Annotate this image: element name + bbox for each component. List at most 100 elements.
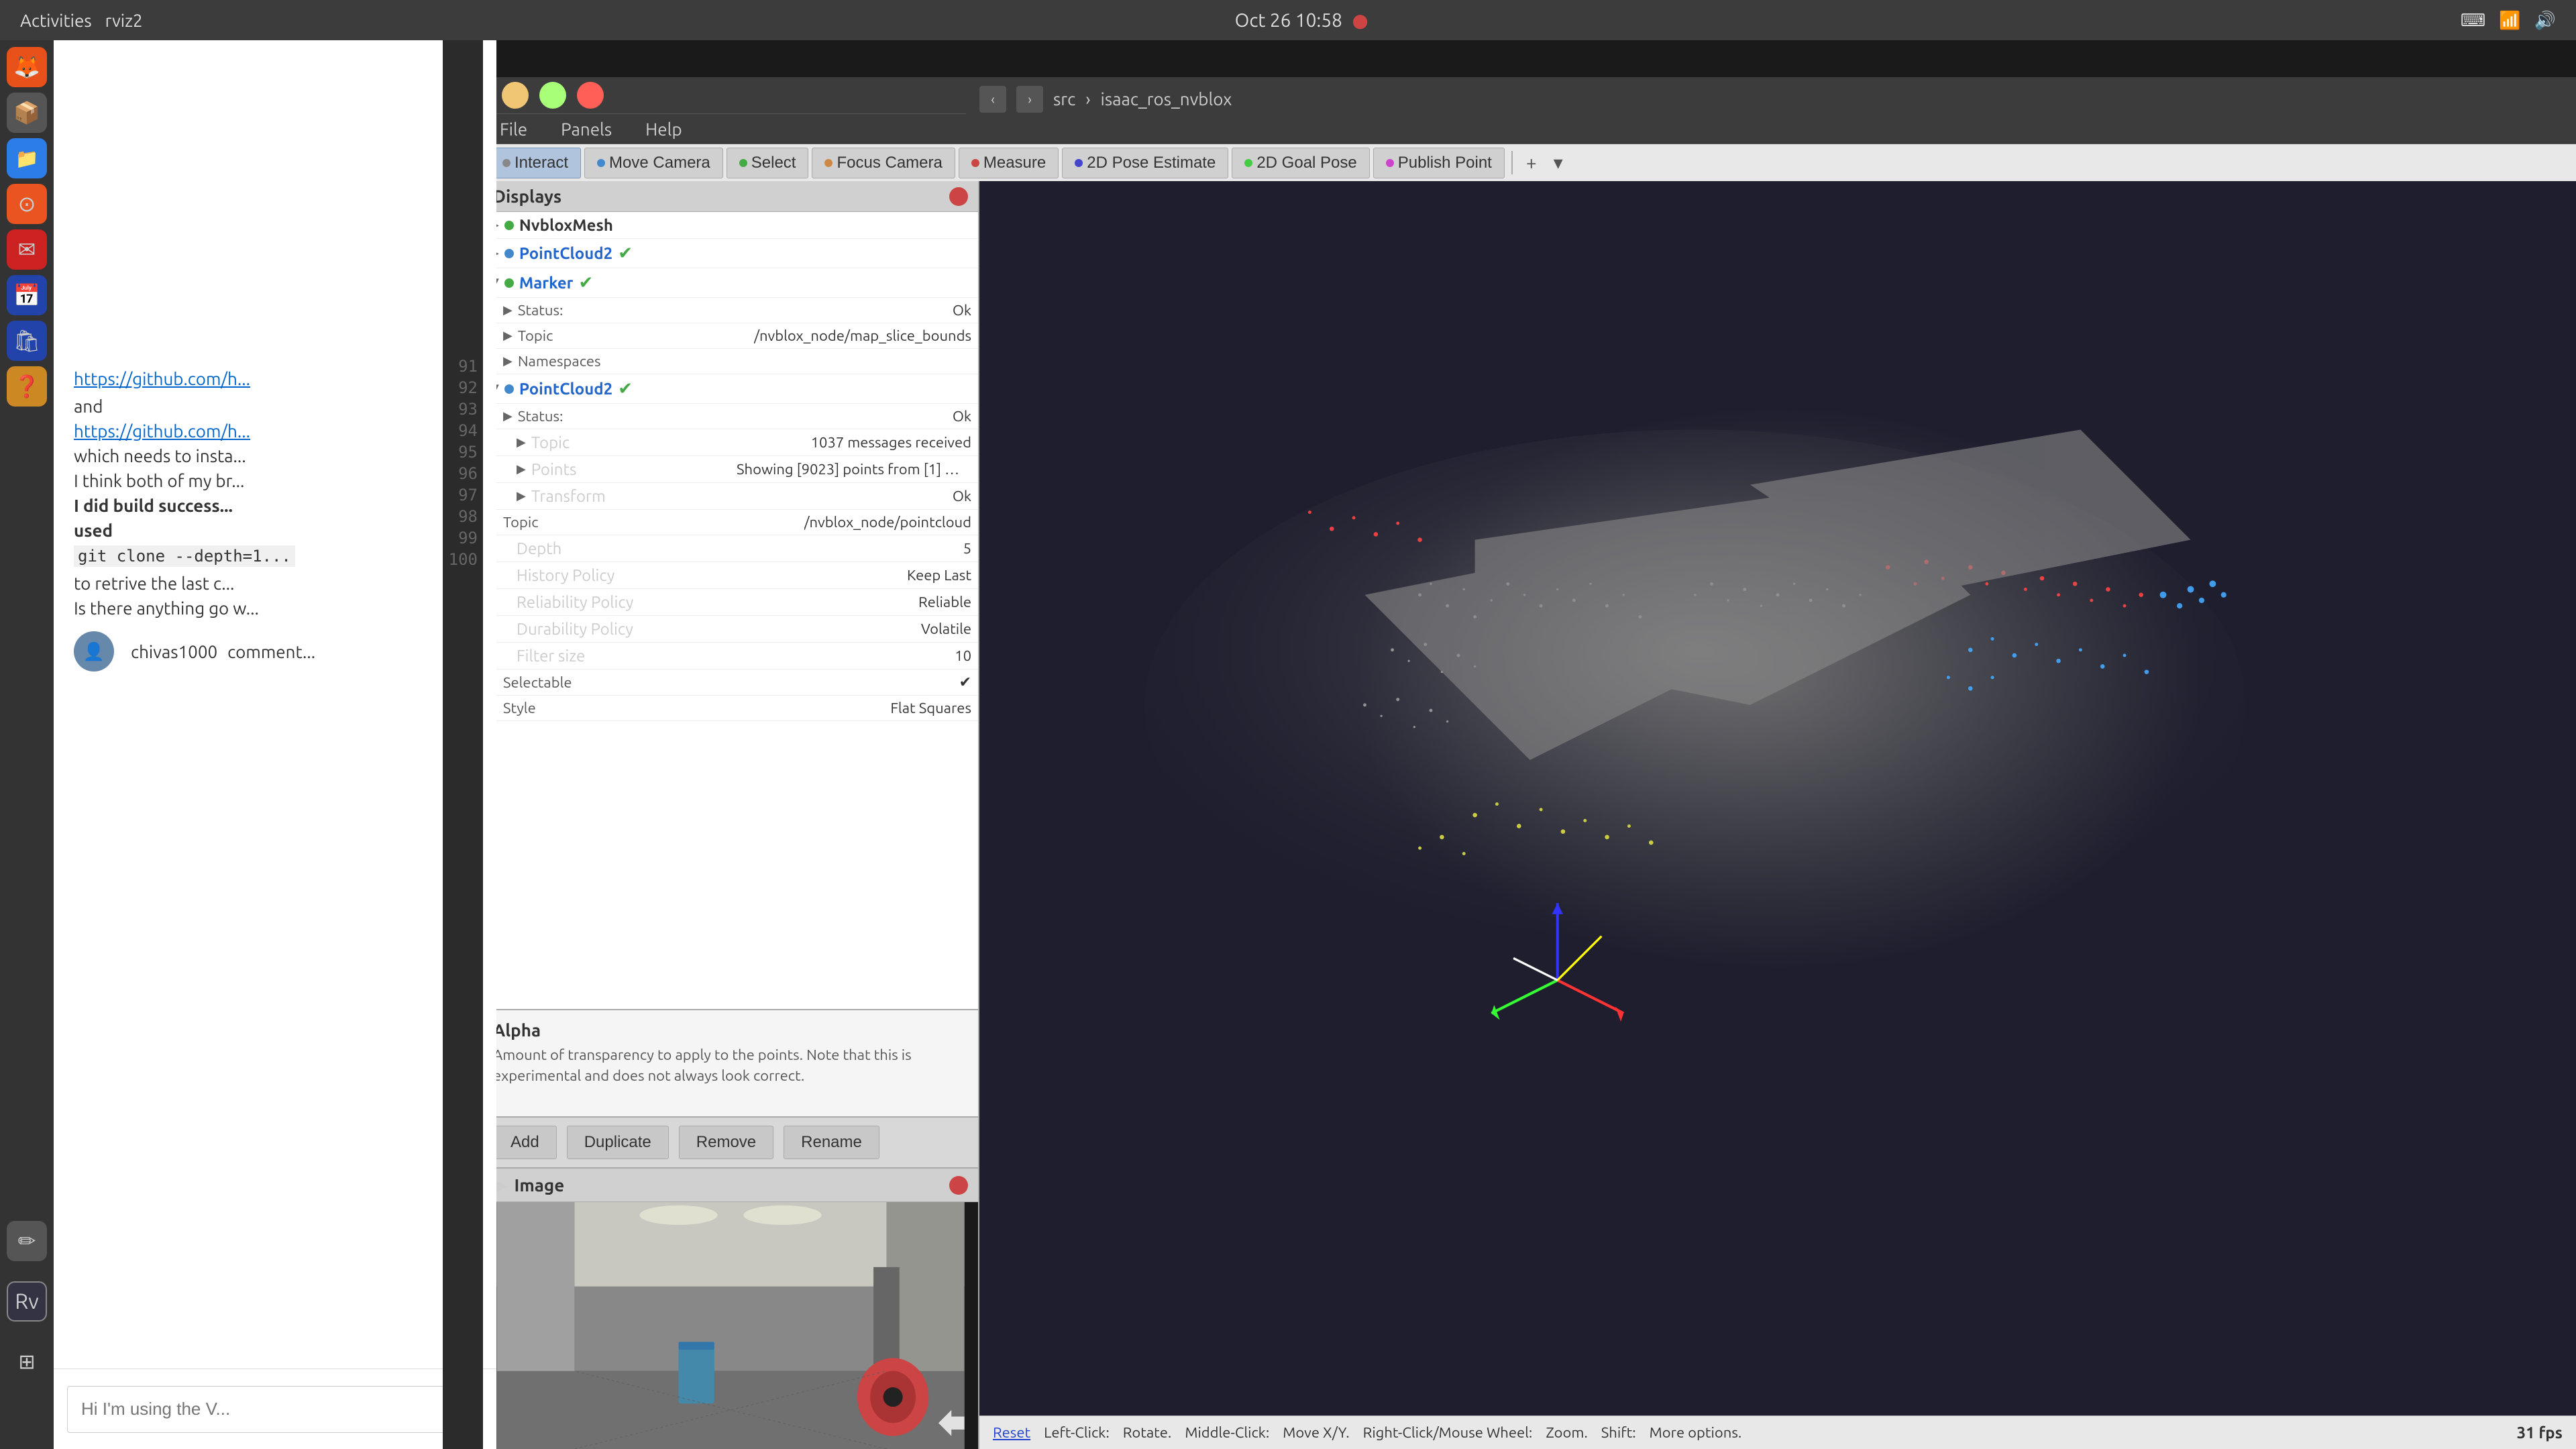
keyboard-icon[interactable]: ⌨ [2461, 10, 2486, 31]
network-icon[interactable]: 📶 [2499, 10, 2520, 31]
pc2-transform-row: ▶ Transform Ok [483, 483, 978, 510]
marker-status-row: ▶ Status: Ok [483, 298, 978, 323]
remove-display-button[interactable]: Remove [679, 1126, 773, 1159]
toolbar-arrow[interactable]: ▾ [1547, 148, 1570, 177]
chat-text-4: to retrive the last c... [74, 574, 234, 593]
publish-dot [1386, 159, 1394, 167]
menu-panels[interactable]: Panels [554, 116, 619, 142]
shift-label: Shift: [1601, 1424, 1636, 1441]
nav-breadcrumb: ‹ › src › isaac_ros_nvblox [966, 80, 2576, 117]
dock-files[interactable]: 📁 [7, 138, 47, 178]
toolbar-sep [1511, 151, 1513, 174]
move-label: Move Camera [609, 154, 710, 172]
toolbar-plus[interactable]: + [1519, 149, 1544, 176]
pc2-tf-tri: ▶ [517, 489, 526, 503]
pc2-filter-value: 10 [955, 647, 971, 664]
menu-file[interactable]: File [493, 116, 534, 142]
nav-forward[interactable]: › [1016, 86, 1043, 113]
breadcrumb-subpath: isaac_ros_nvblox [1101, 89, 1232, 109]
displays-close[interactable] [949, 187, 968, 206]
nav-back[interactable]: ‹ [979, 86, 1006, 113]
toolbar-publish-point[interactable]: Publish Point [1373, 148, 1505, 178]
close-button[interactable] [577, 82, 604, 109]
fps-counter: 31 fps [2517, 1424, 2563, 1442]
maximize-button[interactable] [539, 82, 566, 109]
toolbar-move-camera[interactable]: Move Camera [584, 148, 723, 178]
duplicate-display-button[interactable]: Duplicate [567, 1126, 669, 1159]
display-marker[interactable]: ▼ Marker ✔ [483, 268, 978, 298]
dock-grid[interactable]: ⊞ [7, 1342, 47, 1382]
goal-dot [1244, 159, 1252, 167]
pc2-topic-row[interactable]: Topic /nvblox_node/pointcloud [483, 510, 978, 535]
focus-dot [824, 159, 833, 167]
app-indicator[interactable]: rviz2 [105, 11, 143, 30]
chat-panel: https://github.com/h... and https://gith… [54, 40, 496, 1449]
topbar-left: Activities rviz2 [20, 11, 143, 30]
topbar-center: Oct 26 10:58 ● [1235, 9, 1368, 32]
pc2-pts-tri: ▶ [517, 462, 526, 476]
rename-display-button[interactable]: Rename [784, 1126, 879, 1159]
dock-calendar[interactable]: 📅 [7, 275, 47, 315]
add-display-button[interactable]: Add [493, 1126, 557, 1159]
displays-list[interactable]: ▶ NvbloxMesh ▶ PointCloud2 ✔ ▼ [483, 212, 978, 1009]
toolbar-focus-camera[interactable]: Focus Camera [812, 148, 955, 178]
chat-input[interactable] [67, 1386, 483, 1433]
pc2-style-row[interactable]: Style Flat Squares [483, 696, 978, 721]
leftclick-action: Rotate. [1123, 1424, 1172, 1441]
toolbar-select[interactable]: Select [727, 148, 809, 178]
marker-ns-row[interactable]: ▶ Namespaces [483, 349, 978, 374]
display-pointcloud2-2[interactable]: ▼ PointCloud2 ✔ [483, 374, 978, 404]
dock-mail[interactable]: ✉ [7, 229, 47, 270]
chat-link-2[interactable]: https://github.com/h... [74, 421, 250, 441]
pc2-st-topic-value: 1037 messages received [811, 434, 971, 451]
middleclick-action: Move X/Y. [1283, 1424, 1349, 1441]
datetime-label: Oct 26 10:58 [1235, 10, 1342, 31]
marker-topic-row[interactable]: ▶ Topic /nvblox_node/map_slice_bounds [483, 323, 978, 349]
dock-help[interactable]: ❓ [7, 366, 47, 407]
publish-label: Publish Point [1398, 154, 1492, 172]
volume-icon[interactable]: 🔊 [2534, 10, 2556, 31]
image-panel-close[interactable] [949, 1176, 968, 1195]
dock-software[interactable]: 🛍 [7, 321, 47, 361]
marker-topic-label: Topic [518, 327, 553, 344]
rviz-main: Displays ▶ NvbloxMesh ▶ PointCloud2 [483, 181, 2576, 1449]
pc2-points-row: ▶ Points Showing [9023] points from [1] … [483, 456, 978, 483]
reset-link[interactable]: Reset [993, 1424, 1030, 1441]
rviz-3d-view[interactable]: Reset Left-Click: Rotate. Middle-Click: … [979, 181, 2576, 1449]
pc2-tf-value: Ok [953, 488, 971, 504]
pc2-2-dot [504, 384, 514, 394]
chat-text-and: and [74, 396, 103, 416]
chat-bold-1: I did build success... [74, 496, 233, 515]
line-97: 97 [443, 484, 478, 506]
dock-ubuntu[interactable]: ⊙ [7, 184, 47, 224]
toolbar-measure[interactable]: Measure [959, 148, 1059, 178]
minimize-button[interactable] [502, 82, 529, 109]
pose-dot [1075, 159, 1083, 167]
recording-dot: ● [1352, 10, 1368, 31]
dock-text-editor[interactable]: ✏ [7, 1221, 47, 1261]
pc2-depth-value: 5 [963, 540, 971, 557]
image-header: ▶ Image [483, 1169, 978, 1202]
chat-text-2: which needs to insta... [74, 446, 246, 466]
dock-rviz[interactable]: Rv [7, 1281, 47, 1322]
displays-panel: Displays ▶ NvbloxMesh ▶ PointCloud2 [483, 181, 978, 1167]
toolbar-2d-goal[interactable]: 2D Goal Pose [1232, 148, 1369, 178]
topbar-right: ⌨ 📶 🔊 [2461, 10, 2556, 31]
pc2-depth-row: Depth 5 [483, 535, 978, 562]
pc2-status-tri: ▶ [503, 409, 513, 423]
displays-buttons: Add Duplicate Remove Rename [483, 1116, 978, 1167]
line-95: 95 [443, 441, 478, 463]
display-pointcloud2-1[interactable]: ▶ PointCloud2 ✔ [483, 239, 978, 268]
line-99: 99 [443, 527, 478, 549]
toolbar-interact[interactable]: Interact [490, 148, 581, 178]
chat-link-1[interactable]: https://github.com/h... [74, 369, 250, 388]
desc-title: Alpha [493, 1020, 968, 1040]
menu-help[interactable]: Help [639, 116, 689, 142]
dock-snap[interactable]: 📦 [7, 93, 47, 133]
activities-label[interactable]: Activities [20, 11, 92, 30]
dock-firefox[interactable]: 🦊 [7, 47, 47, 87]
toolbar-2d-pose[interactable]: 2D Pose Estimate [1062, 148, 1228, 178]
display-nvbloxmesh[interactable]: ▶ NvbloxMesh [483, 212, 978, 239]
line-100: 100 [443, 549, 478, 570]
pc2-filter-row: Filter size 10 [483, 643, 978, 669]
